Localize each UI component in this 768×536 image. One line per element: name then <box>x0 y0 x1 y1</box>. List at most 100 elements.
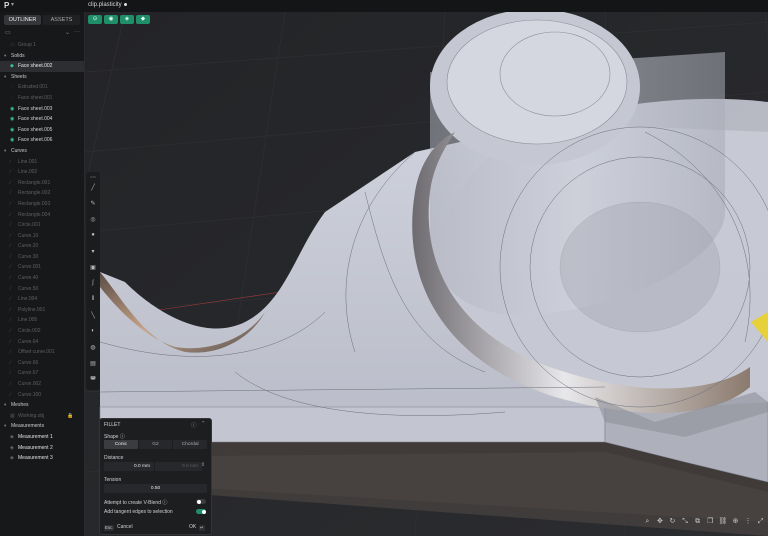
cancel-button[interactable]: Cancel <box>117 524 133 530</box>
rotate-icon[interactable]: ↻ <box>666 515 679 529</box>
chevron-up-icon[interactable]: ⌃ <box>201 421 206 427</box>
ok-button[interactable]: OK <box>189 524 196 530</box>
drag-handle-icon[interactable]: ⋯ <box>86 174 100 181</box>
outliner-item[interactable]: ▭ Group 1 <box>0 40 84 51</box>
shape-option-g2[interactable]: G2 <box>138 440 173 449</box>
knife-tool-icon[interactable]: ╲ <box>86 312 100 319</box>
curve-icon[interactable]: ∕ <box>10 178 11 189</box>
tab-outliner[interactable]: OUTLINER <box>4 15 41 25</box>
pen-tool-icon[interactable]: ✎ <box>86 200 100 207</box>
cylinder-tool-icon[interactable]: ▤ <box>86 360 100 367</box>
mesh-icon[interactable]: ▦ <box>10 411 15 422</box>
sphere-tool-icon[interactable]: ● <box>86 232 100 238</box>
measure-icon[interactable]: ◈ <box>10 432 14 443</box>
outliner-item[interactable]: ∕ Curve.10 <box>0 231 84 242</box>
chevron-down-icon[interactable]: ▾ <box>4 51 6 62</box>
solid-icon[interactable]: ◆ <box>10 61 14 72</box>
measure-icon[interactable]: ◈ <box>10 443 14 454</box>
outliner-item[interactable]: ∕ Rectangle.003 <box>0 199 84 210</box>
curve-icon[interactable]: ∕ <box>10 252 11 263</box>
scale-icon[interactable]: ⤡ <box>679 515 692 529</box>
help-icon[interactable]: ⓘ <box>162 500 167 506</box>
distance-input[interactable]: 0.0 mm <box>104 462 154 471</box>
search-icon[interactable]: ⌕ <box>641 515 654 529</box>
fillet-tool-icon[interactable]: ◐ <box>86 328 100 334</box>
outliner-item[interactable]: ∕ Line.005 <box>0 315 84 326</box>
distance-secondary-input[interactable]: 0.0 mm <box>155 462 202 471</box>
folder-icon[interactable]: ▭ <box>10 40 15 51</box>
curve-icon[interactable]: ∕ <box>10 157 11 168</box>
shape-option-chordal[interactable]: Chordal <box>173 440 208 449</box>
outliner-item[interactable]: ∕ Circle.001 <box>0 220 84 231</box>
box-tool-icon[interactable]: ▣ <box>86 264 100 271</box>
curve-icon[interactable]: ∕ <box>10 305 11 316</box>
link-icon[interactable]: ⛓ <box>717 515 730 529</box>
trash-icon[interactable]: ▾ <box>86 248 100 255</box>
eye-off-icon[interactable]: ◌ <box>10 82 13 93</box>
curve-icon[interactable]: ∕ <box>10 241 11 252</box>
shape-option-conic[interactable]: Conic <box>104 440 138 449</box>
move-icon[interactable]: ✥ <box>654 515 667 529</box>
chevron-down-icon[interactable]: ▾ <box>11 1 14 8</box>
curve-icon[interactable]: ∕ <box>10 315 11 326</box>
outliner-item[interactable]: ∕ Rectangle.002 <box>0 188 84 199</box>
chevron-down-icon[interactable]: ▾ <box>4 146 6 157</box>
outliner-item[interactable]: ◌ Extruded.001 <box>0 82 84 93</box>
curve-icon[interactable]: ∕ <box>10 273 11 284</box>
outliner-item[interactable]: ∕ Offset curve.001 <box>0 347 84 358</box>
expand-icon[interactable]: ⤢ <box>754 515 767 529</box>
eye-off-icon[interactable]: ◌ <box>10 93 13 104</box>
outliner-item[interactable]: ∕ Curve.40 <box>0 273 84 284</box>
curve-icon[interactable]: ∕ <box>10 337 11 348</box>
outliner-item[interactable]: ∕ Curve.30 <box>0 252 84 263</box>
select-vertex-button[interactable]: ⊙ <box>88 15 102 24</box>
outliner-item[interactable]: ∕ Curve.64 <box>0 337 84 348</box>
outliner-item[interactable]: ∕ Line.004 <box>0 294 84 305</box>
curve-icon[interactable]: ∕ <box>10 199 11 210</box>
tension-slider[interactable]: 0.50 <box>104 484 207 493</box>
outliner-item[interactable]: ∕ Curve.001 <box>0 262 84 273</box>
measure-icon[interactable]: ◈ <box>10 453 14 464</box>
outliner-item[interactable]: ∕ Curve.20 <box>0 241 84 252</box>
outliner-item[interactable]: ∕ Circle.002 <box>0 326 84 337</box>
curve-icon[interactable]: ∕ <box>10 347 11 358</box>
curve-icon[interactable]: ∕ <box>10 358 11 369</box>
outliner-item[interactable]: ◉ Face sheet.005 <box>0 125 84 136</box>
outliner-item[interactable]: ◉ Face sheet.004 <box>0 114 84 125</box>
curve-icon[interactable]: ∕ <box>10 262 11 273</box>
info-icon[interactable]: ⓘ <box>191 421 197 429</box>
outliner-item[interactable]: ∕ Curve.67 <box>0 368 84 379</box>
outliner-item[interactable]: ∕ Line.002 <box>0 167 84 178</box>
duplicate-icon[interactable]: ⧉ <box>691 515 704 529</box>
outliner-item[interactable]: ∕ Curve.50 <box>0 284 84 295</box>
outliner-item[interactable]: ◈ Measurement 2 <box>0 443 84 454</box>
cup-tool-icon[interactable]: ◚ <box>86 376 100 383</box>
more-options-icon[interactable]: ··· <box>74 29 80 35</box>
curve-icon[interactable]: ∕ <box>10 284 11 295</box>
outliner-group[interactable]: ▾ Sheets <box>0 72 84 83</box>
outliner-item[interactable]: ∕ Polyline.001 <box>0 305 84 316</box>
curve-icon[interactable]: ∕ <box>10 167 11 178</box>
curve-icon[interactable]: ∕ <box>10 231 11 242</box>
copy-icon[interactable]: ❐ <box>704 515 717 529</box>
outliner-item[interactable]: ∕ Line.001 <box>0 157 84 168</box>
curve-icon[interactable]: ∕ <box>10 188 11 199</box>
circle-tool-icon[interactable]: ◎ <box>86 216 100 223</box>
select-face-button[interactable]: ◈ <box>120 15 134 24</box>
outliner-item[interactable]: ∕ Rectangle.001 <box>0 178 84 189</box>
eye-icon[interactable]: ◉ <box>10 125 14 136</box>
outliner-item[interactable]: ◈ Measurement 3 <box>0 453 84 464</box>
curve-icon[interactable]: ∕ <box>10 379 11 390</box>
curve-icon[interactable]: ∕ <box>10 390 11 401</box>
outliner-item[interactable]: ∕ Curve.002 <box>0 379 84 390</box>
eye-icon[interactable]: ◉ <box>10 114 14 125</box>
stepper-icon[interactable]: ⇕ <box>201 462 205 468</box>
curve-tool-icon[interactable]: ∫ <box>86 280 100 286</box>
tab-assets[interactable]: ASSETS <box>43 15 80 25</box>
outliner-group[interactable]: ▾ Measurements <box>0 421 84 432</box>
boolean-tool-icon[interactable]: ◍ <box>86 344 100 351</box>
curve-icon[interactable]: ∕ <box>10 220 11 231</box>
curve-icon[interactable]: ∕ <box>10 294 11 305</box>
outliner-item[interactable]: ∕ Curve.100 <box>0 390 84 401</box>
tangent-edges-toggle[interactable] <box>196 509 206 514</box>
